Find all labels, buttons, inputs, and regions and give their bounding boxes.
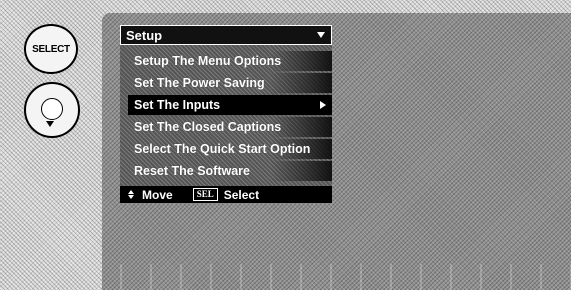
chevron-right-icon (320, 101, 326, 109)
menu-title: Setup (126, 27, 163, 43)
screen-bottom-pattern (120, 264, 571, 290)
menu-item-label: Set The Inputs (134, 98, 221, 112)
nav-down-arrow-icon[interactable] (46, 121, 54, 127)
menu-item-set-inputs[interactable]: Set The Inputs (128, 95, 332, 115)
setup-menu: Setup Setup The Menu Options Set The Pow… (120, 25, 332, 203)
select-hint-label: Select (223, 187, 260, 202)
menu-item-reset-software[interactable]: Reset The Software (128, 161, 332, 181)
key-hint-bar: Move SEL Select (120, 186, 332, 203)
menu-header[interactable]: Setup (120, 25, 332, 45)
chevron-down-icon (317, 32, 325, 38)
remote-control: SELECT (0, 0, 102, 290)
navigation-pad[interactable] (24, 82, 80, 138)
menu-item-power-saving[interactable]: Set The Power Saving (128, 73, 332, 93)
select-button-label: SELECT (32, 43, 70, 55)
sel-key-icon: SEL (192, 188, 218, 201)
nav-center-button[interactable] (41, 98, 63, 120)
menu-item-quick-start[interactable]: Select The Quick Start Option (128, 139, 332, 159)
menu-item-closed-captions[interactable]: Set The Closed Captions (128, 117, 332, 137)
menu-item-label: Reset The Software (134, 164, 251, 178)
move-hint-label: Move (142, 187, 173, 202)
select-button[interactable]: SELECT (24, 24, 78, 74)
menu-list: Setup The Menu Options Set The Power Sav… (120, 45, 332, 186)
menu-item-setup-menu-options[interactable]: Setup The Menu Options (128, 51, 332, 71)
up-down-arrows-icon (128, 190, 134, 199)
menu-item-label: Select The Quick Start Option (134, 142, 311, 156)
menu-item-label: Set The Power Saving (134, 76, 265, 90)
menu-item-label: Setup The Menu Options (134, 54, 282, 68)
menu-item-label: Set The Closed Captions (134, 120, 282, 134)
